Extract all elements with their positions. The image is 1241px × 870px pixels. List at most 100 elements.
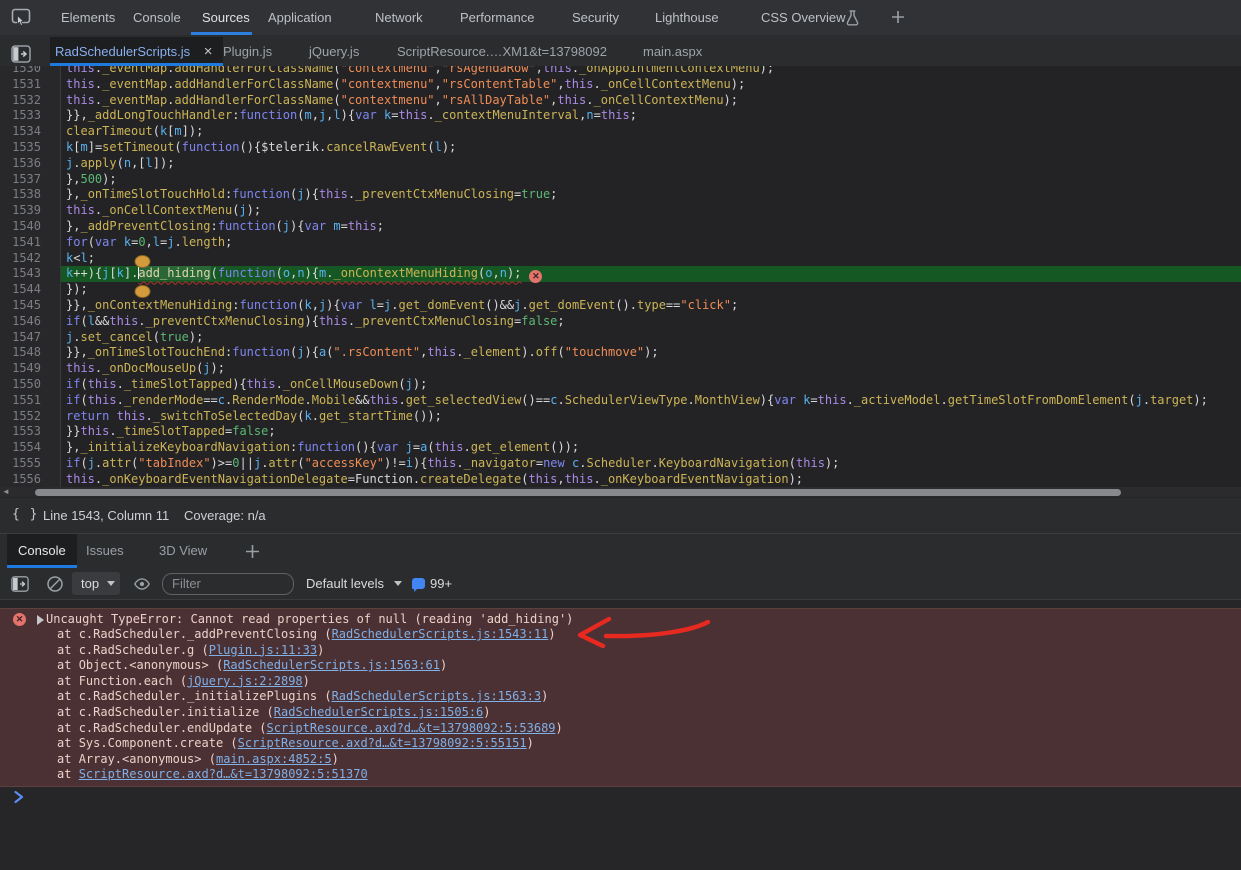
main-tab-application[interactable]: Application [268,0,332,35]
code-line-1550[interactable]: 1550if(this._timeSlotTapped){this._onCel… [0,377,1241,393]
line-number[interactable]: 1536 [0,156,61,172]
scrollbar-left-arrow-icon[interactable]: ◄ [2,488,11,496]
line-number[interactable]: 1556 [0,472,61,487]
code-line-1555[interactable]: 1555if(j.attr("tabIndex")>=0||j.attr("ac… [0,456,1241,472]
line-number[interactable]: 1551 [0,393,61,409]
code-line-1531[interactable]: 1531this._eventMap.addHandlerForClassNam… [0,77,1241,93]
add-panel-tab-button[interactable] [890,9,906,25]
source-link[interactable]: ScriptResource.axd?d…&t=13798092:5:55151 [238,736,527,750]
line-number[interactable]: 1533 [0,108,61,124]
scrollbar-thumb[interactable] [35,489,1121,496]
show-navigator-icon[interactable] [11,45,31,63]
main-tab-network[interactable]: Network [375,0,423,35]
code-line-1540[interactable]: 1540},_addPreventClosing:function(j){var… [0,219,1241,235]
file-tab-radschedulerscripts-js[interactable]: RadSchedulerScripts.js× [50,37,223,66]
live-expression-icon[interactable] [133,575,151,593]
source-link[interactable]: RadSchedulerScripts.js:1543:11 [332,627,549,641]
pretty-print-button[interactable]: { } [12,507,38,522]
line-number[interactable]: 1553 [0,424,61,440]
source-link[interactable]: RadSchedulerScripts.js:1505:6 [274,705,484,719]
line-number[interactable]: 1543 [0,266,61,282]
code-line-1556[interactable]: 1556this._onKeyboardEventNavigationDeleg… [0,472,1241,487]
line-number[interactable]: 1537 [0,172,61,188]
code-line-1538[interactable]: 1538},_onTimeSlotTouchHold:function(j){t… [0,187,1241,203]
line-number[interactable]: 1549 [0,361,61,377]
main-tab-elements[interactable]: Elements [61,0,115,35]
javascript-context-select[interactable]: top [72,572,120,595]
code-line-1537[interactable]: 1537},500); [0,172,1241,188]
main-tab-sources[interactable]: Sources [202,0,250,35]
selection-handle-bottom[interactable] [134,285,151,298]
line-number[interactable]: 1541 [0,235,61,251]
file-tab-scriptresource-xm1-t-13798092[interactable]: ScriptResource.…XM1&t=13798092 [397,37,607,66]
main-tab-lighthouse[interactable]: Lighthouse [655,0,719,35]
main-tab-css-overview[interactable]: CSS Overview [761,0,846,35]
code-line-1535[interactable]: 1535k[m]=setTimeout(function(){$telerik.… [0,140,1241,156]
code-editor[interactable]: 1530this._eventMap.addHandlerForClassNam… [0,66,1241,487]
line-number[interactable]: 1534 [0,124,61,140]
source-link[interactable]: main.aspx:4852:5 [216,752,332,766]
code-line-1549[interactable]: 1549this._onDocMouseUp(j); [0,361,1241,377]
editor-horizontal-scrollbar[interactable]: ◄ [0,487,1241,497]
source-link[interactable]: RadSchedulerScripts.js:1563:3 [332,689,542,703]
line-number[interactable]: 1547 [0,330,61,346]
clear-console-icon[interactable] [46,575,64,593]
drawer-tab-issues[interactable]: Issues [86,534,124,568]
source-link[interactable]: jQuery.js:2:2898 [187,674,303,688]
code-line-1545[interactable]: 1545}},_onContextMenuHiding:function(k,j… [0,298,1241,314]
console-prompt-input[interactable] [30,784,1230,804]
code-line-1543[interactable]: 1543k++){j[k].add_hiding(function(o,n){m… [0,266,1241,282]
code-line-1548[interactable]: 1548}},_onTimeSlotTouchEnd:function(j){a… [0,345,1241,361]
drawer-tab-console[interactable]: Console [7,534,77,568]
code-line-1547[interactable]: 1547j.set_cancel(true); [0,330,1241,346]
code-line-1533[interactable]: 1533}},_addLongTouchHandler:function(m,j… [0,108,1241,124]
line-number[interactable]: 1555 [0,456,61,472]
source-link[interactable]: ScriptResource.axd?d…&t=13798092:5:53689 [267,721,556,735]
file-tab-plugin-js[interactable]: Plugin.js [223,37,272,66]
line-number[interactable]: 1531 [0,77,61,93]
source-link[interactable]: ScriptResource.axd?d…&t=13798092:5:51370 [79,767,368,781]
code-line-1552[interactable]: 1552return this._switchToSelectedDay(k.g… [0,409,1241,425]
issues-counter[interactable]: 99+ [412,568,452,600]
console-filter-input[interactable]: Filter [162,573,294,595]
line-number[interactable]: 1540 [0,219,61,235]
line-number[interactable]: 1535 [0,140,61,156]
code-line-1551[interactable]: 1551if(this._renderMode==c.RenderMode.Mo… [0,393,1241,409]
line-number[interactable]: 1554 [0,440,61,456]
main-tab-security[interactable]: Security [572,0,619,35]
selection-handle-top[interactable] [134,255,151,268]
line-number[interactable]: 1539 [0,203,61,219]
code-line-1554[interactable]: 1554},_initializeKeyboardNavigation:func… [0,440,1241,456]
close-tab-icon[interactable]: × [197,37,219,66]
source-link[interactable]: Plugin.js:11:33 [209,643,317,657]
log-levels-select[interactable]: Default levels [306,568,402,600]
code-line-1553[interactable]: 1553}}this._timeSlotTapped=false; [0,424,1241,440]
line-number[interactable]: 1548 [0,345,61,361]
add-drawer-tab-button[interactable] [244,543,261,560]
code-line-1539[interactable]: 1539this._onCellContextMenu(j); [0,203,1241,219]
code-line-1542[interactable]: 1542k<l; [0,251,1241,267]
line-number[interactable]: 1545 [0,298,61,314]
source-link[interactable]: RadSchedulerScripts.js:1563:61 [223,658,440,672]
line-number[interactable]: 1546 [0,314,61,330]
code-line-1546[interactable]: 1546if(l&&this._preventCtxMenuClosing){t… [0,314,1241,330]
expand-triangle-icon[interactable] [37,615,44,625]
code-line-1530[interactable]: 1530this._eventMap.addHandlerForClassNam… [0,66,1241,77]
line-number[interactable]: 1530 [0,66,61,77]
code-line-1536[interactable]: 1536j.apply(n,[l]); [0,156,1241,172]
code-line-1544[interactable]: 1544}); [0,282,1241,298]
file-tab-jquery-js[interactable]: jQuery.js [309,37,359,66]
console-error-message[interactable]: ✕ Uncaught TypeError: Cannot read proper… [0,608,1241,787]
inspect-cursor-icon[interactable] [11,8,31,27]
file-tab-main-aspx[interactable]: main.aspx [643,37,702,66]
code-line-1541[interactable]: 1541for(var k=0,l=j.length; [0,235,1241,251]
drawer-tab-3d-view[interactable]: 3D View [159,534,207,568]
code-line-1534[interactable]: 1534clearTimeout(k[m]); [0,124,1241,140]
main-tab-performance[interactable]: Performance [460,0,534,35]
line-number[interactable]: 1538 [0,187,61,203]
line-number[interactable]: 1552 [0,409,61,425]
line-number[interactable]: 1542 [0,251,61,267]
main-tab-console[interactable]: Console [133,0,181,35]
line-number[interactable]: 1550 [0,377,61,393]
line-number[interactable]: 1532 [0,93,61,109]
